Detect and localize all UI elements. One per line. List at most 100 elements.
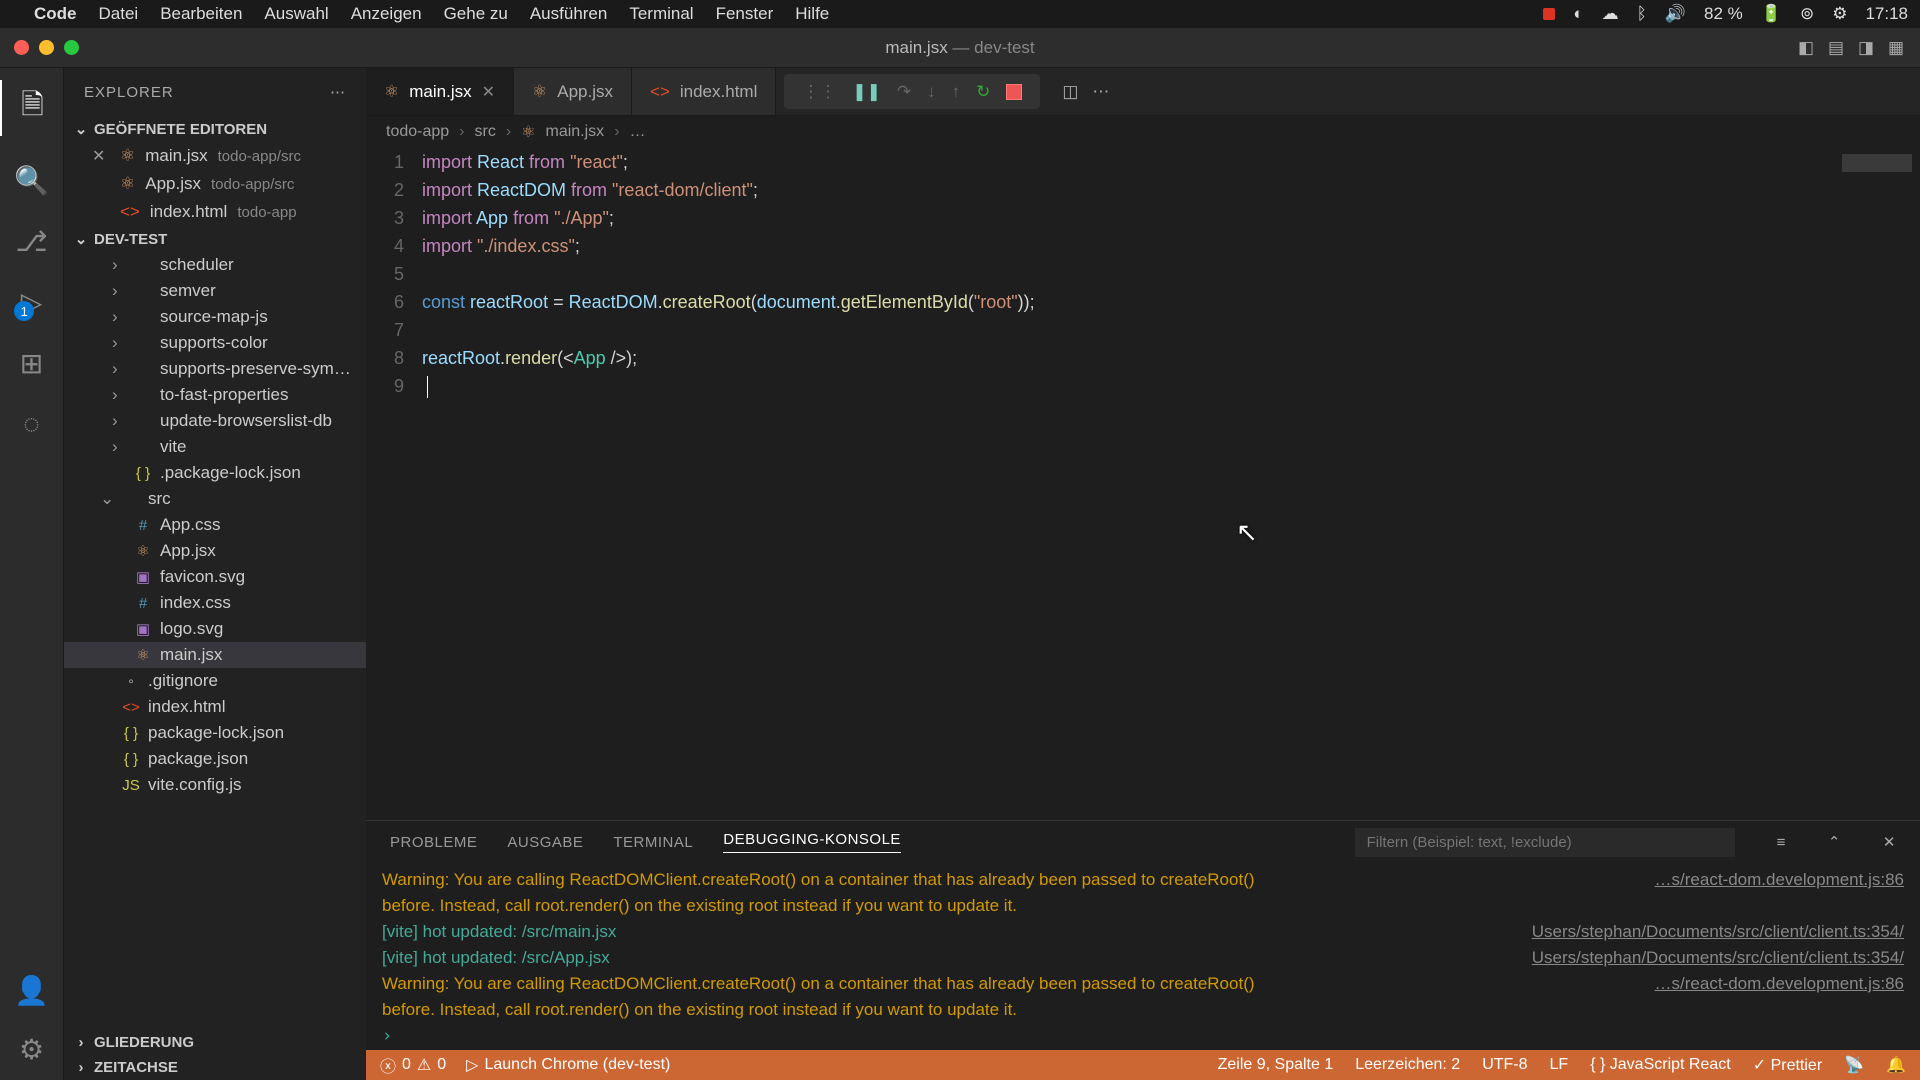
layout-panel-icon[interactable]: ▤	[1826, 38, 1846, 58]
timeline-section[interactable]: ›ZEITACHSE	[64, 1055, 366, 1080]
tree-item[interactable]: { }package.json	[64, 746, 366, 772]
tree-item[interactable]: ›scheduler	[64, 252, 366, 278]
console-source-link[interactable]: …s/react-dom.development.js:86	[1655, 867, 1904, 893]
status-encoding[interactable]: UTF-8	[1482, 1056, 1527, 1074]
debug-repl-input[interactable]: ›	[366, 1022, 1920, 1050]
code-line[interactable]: import "./index.css";	[422, 232, 1920, 260]
debug-drag-icon[interactable]: ⋮⋮	[802, 82, 836, 102]
tree-item[interactable]: JSvite.config.js	[64, 772, 366, 798]
split-editor-icon[interactable]: ◫	[1062, 82, 1078, 102]
tray-icon[interactable]: ◐	[1573, 4, 1583, 24]
tree-item[interactable]: ⚛App.jsx	[64, 538, 366, 564]
activity-scm-icon[interactable]: ⎇	[15, 225, 47, 258]
activity-search-icon[interactable]: 🔍	[14, 164, 49, 197]
open-editor-item[interactable]: ✕⚛main.jsx todo-app/src	[64, 142, 366, 170]
debug-restart-button[interactable]: ↻	[976, 82, 990, 102]
menu-datei[interactable]: Datei	[99, 4, 139, 24]
console-source-link[interactable]: Users/stephan/Documents/src/client/clien…	[1532, 945, 1904, 971]
code-line[interactable]	[422, 260, 1920, 288]
menu-ausfuehren[interactable]: Ausführen	[530, 4, 608, 24]
status-errors[interactable]: ⓧ 0 ⚠ 0	[380, 1053, 446, 1077]
tree-item[interactable]: #App.css	[64, 512, 366, 538]
control-center-icon[interactable]: ⚙	[1832, 4, 1847, 24]
tree-item[interactable]: ›update-browserslist-db	[64, 408, 366, 434]
panel-tab[interactable]: TERMINAL	[613, 834, 693, 851]
activity-remote-icon[interactable]: ◌	[23, 408, 40, 440]
console-source-link[interactable]: Users/stephan/Documents/src/client/clien…	[1532, 919, 1904, 945]
status-language[interactable]: { } JavaScript React	[1590, 1056, 1731, 1074]
tree-item[interactable]: ›source-map-js	[64, 304, 366, 330]
tab-close-icon[interactable]: ✕	[482, 82, 495, 102]
layout-customize-icon[interactable]: ▦	[1886, 38, 1906, 58]
console-source-link[interactable]: …s/react-dom.development.js:86	[1655, 971, 1904, 997]
status-prettier[interactable]: ✓ Prettier	[1753, 1055, 1822, 1075]
tree-item[interactable]: <>index.html	[64, 694, 366, 720]
tree-item[interactable]: ⚛main.jsx	[64, 642, 366, 668]
code-line[interactable]: reactRoot.render(<App />);	[422, 344, 1920, 372]
menu-auswahl[interactable]: Auswahl	[264, 4, 328, 24]
code-line[interactable]: import App from "./App";	[422, 204, 1920, 232]
editor-more-icon[interactable]: ⋯	[1092, 82, 1109, 102]
battery-icon[interactable]: 🔋	[1761, 4, 1782, 24]
open-editor-item[interactable]: ⚛App.jsx todo-app/src	[64, 170, 366, 198]
code-line[interactable]: import ReactDOM from "react-dom/client";	[422, 176, 1920, 204]
app-menu[interactable]: Code	[34, 4, 77, 24]
volume-icon[interactable]: 🔊	[1665, 4, 1686, 24]
tree-item[interactable]: #index.css	[64, 590, 366, 616]
activity-settings-icon[interactable]: ⚙	[19, 1033, 44, 1066]
tree-item[interactable]: ›vite	[64, 434, 366, 460]
panel-tab[interactable]: DEBUGGING-KONSOLE	[723, 831, 901, 853]
debug-stop-button[interactable]	[1006, 84, 1022, 100]
layout-sidebar-left-icon[interactable]: ◧	[1796, 38, 1816, 58]
debug-step-into-button[interactable]: ↓	[927, 82, 936, 102]
activity-debug-icon[interactable]: ▷	[21, 286, 43, 319]
open-editors-section[interactable]: ⌄GEÖFFNETE EDITOREN	[64, 116, 366, 142]
menu-bearbeiten[interactable]: Bearbeiten	[160, 4, 242, 24]
menu-hilfe[interactable]: Hilfe	[795, 4, 829, 24]
status-cursor-pos[interactable]: Zeile 9, Spalte 1	[1218, 1056, 1334, 1074]
panel-tab[interactable]: AUSGABE	[507, 834, 583, 851]
debug-pause-button[interactable]: ❚❚	[852, 82, 881, 102]
window-zoom-button[interactable]	[64, 40, 79, 55]
status-indent[interactable]: Leerzeichen: 2	[1355, 1056, 1460, 1074]
breadcrumb[interactable]: todo-app› src› ⚛main.jsx› …	[366, 116, 1920, 148]
editor-tab[interactable]: ⚛main.jsx✕	[366, 68, 514, 115]
window-minimize-button[interactable]	[39, 40, 54, 55]
open-editor-item[interactable]: <>index.html todo-app	[64, 198, 366, 226]
status-bell-icon[interactable]: 🔔	[1886, 1055, 1906, 1075]
activity-account-icon[interactable]: 👤	[14, 974, 49, 1007]
wifi-icon[interactable]: ⊚	[1800, 4, 1814, 24]
tray-icon[interactable]: ☁	[1602, 4, 1619, 24]
status-launch-config[interactable]: ▷ Launch Chrome (dev-test)	[466, 1055, 670, 1075]
panel-tab[interactable]: PROBLEME	[390, 834, 477, 851]
tree-item[interactable]: ›supports-preserve-sym…	[64, 356, 366, 382]
tree-item[interactable]: { }package-lock.json	[64, 720, 366, 746]
menu-fenster[interactable]: Fenster	[716, 4, 774, 24]
tree-item[interactable]: ›supports-color	[64, 330, 366, 356]
layout-sidebar-right-icon[interactable]: ◨	[1856, 38, 1876, 58]
tree-item[interactable]: ⌄src	[64, 486, 366, 512]
clock[interactable]: 17:18	[1865, 4, 1908, 24]
outline-section[interactable]: ›GLIEDERUNG	[64, 1030, 366, 1055]
menu-anzeigen[interactable]: Anzeigen	[351, 4, 422, 24]
code-line[interactable]	[422, 316, 1920, 344]
code-editor[interactable]: 123456789 import React from "react";impo…	[366, 148, 1920, 820]
tree-item[interactable]: ▣logo.svg	[64, 616, 366, 642]
bluetooth-icon[interactable]: ᛒ	[1637, 4, 1647, 24]
panel-close-icon[interactable]: ✕	[1883, 833, 1896, 851]
panel-maximize-icon[interactable]: ⌃	[1828, 833, 1841, 851]
minimap[interactable]	[1820, 148, 1920, 820]
project-section[interactable]: ⌄DEV-TEST	[64, 226, 366, 252]
menu-terminal[interactable]: Terminal	[629, 4, 693, 24]
code-line[interactable]: const reactRoot = ReactDOM.createRoot(do…	[422, 288, 1920, 316]
tree-item[interactable]: ›to-fast-properties	[64, 382, 366, 408]
status-feedback-icon[interactable]: 📡	[1844, 1055, 1864, 1075]
debug-step-over-button[interactable]: ↷	[897, 82, 911, 102]
editor-tab[interactable]: ⚛App.jsx	[514, 68, 632, 115]
close-editor-icon[interactable]: ✕	[92, 146, 110, 166]
debug-step-out-button[interactable]: ↑	[952, 82, 961, 102]
menu-gehe-zu[interactable]: Gehe zu	[444, 4, 508, 24]
code-line[interactable]: import React from "react";	[422, 148, 1920, 176]
tree-item[interactable]: ◦.gitignore	[64, 668, 366, 694]
console-settings-icon[interactable]: ≡	[1777, 834, 1786, 851]
